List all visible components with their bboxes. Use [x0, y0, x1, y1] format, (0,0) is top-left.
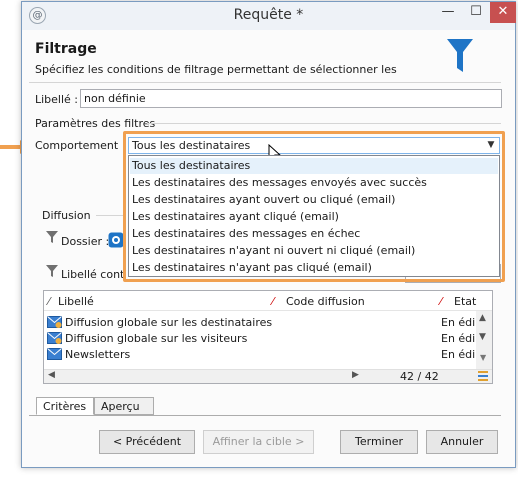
delivery-email-icon	[47, 332, 62, 344]
header-divider	[29, 82, 501, 83]
minimize-button[interactable]: —	[434, 2, 462, 23]
delivery-email-icon	[47, 348, 62, 360]
horizontal-scrollbar[interactable]: ◀ ▶ 42 / 42	[44, 369, 492, 383]
row-label: Diffusion globale sur les visiteurs	[65, 332, 248, 345]
tab-apercu[interactable]: Aperçu	[94, 397, 154, 415]
maximize-button[interactable]: ☐	[462, 2, 490, 23]
cancel-button[interactable]: Annuler	[426, 430, 498, 454]
libelle-contains-label: Libellé cont	[61, 268, 123, 281]
diffusion-label: Diffusion	[42, 209, 91, 222]
sort-indicator-icon: ⁄	[48, 295, 50, 308]
row-state: En édi	[441, 332, 476, 345]
columns-menu-icon[interactable]	[478, 371, 488, 381]
close-button[interactable]: ✕	[490, 2, 516, 23]
scroll-end-icon[interactable]: ▼	[480, 353, 486, 362]
filter-params-label: Paramètres des filtres	[35, 117, 156, 130]
sort-indicator-icon: ⁄	[440, 295, 442, 308]
page-description: Spécifiez les conditions de filtrage per…	[35, 63, 397, 76]
scroll-down-icon[interactable]: ▼	[479, 332, 486, 342]
comportement-label: Comportement :	[35, 139, 126, 152]
list-count: 42 / 42	[400, 370, 439, 383]
title-bar[interactable]: @ Requête * — ☐ ✕	[22, 2, 516, 30]
row-state: En édi	[441, 348, 476, 361]
libelle-label: Libellé :	[35, 93, 79, 106]
scroll-up-icon[interactable]: ▲	[479, 313, 486, 323]
finish-button[interactable]: Terminer	[340, 430, 418, 454]
column-code-diffusion[interactable]: Code diffusion	[286, 295, 365, 308]
table-row[interactable]: Diffusion globale sur les visiteurs En é…	[44, 331, 476, 347]
folder-picker-icon[interactable]	[108, 232, 124, 248]
scroll-right-icon[interactable]: ▶	[352, 370, 359, 380]
tab-criteres[interactable]: Critères	[36, 397, 94, 415]
tabs-baseline	[29, 415, 501, 416]
libelle-value: non définie	[84, 92, 146, 105]
diffusion-divider	[96, 215, 125, 216]
row-label: Newsletters	[65, 348, 131, 361]
previous-button[interactable]: < Précédent	[99, 430, 195, 454]
label-filter-icon	[46, 265, 58, 277]
list-header: ⁄ Libellé ⁄ Code diffusion ⁄ Etat	[44, 291, 492, 311]
folder-filter-icon	[46, 231, 58, 243]
refine-target-button[interactable]: Affiner la cible >	[203, 430, 314, 454]
filter-params-divider	[147, 123, 501, 124]
column-libelle[interactable]: Libellé	[58, 295, 94, 308]
delivery-list[interactable]: ⁄ Libellé ⁄ Code diffusion ⁄ Etat Diffus…	[43, 290, 493, 384]
dossier-label: Dossier :	[61, 235, 110, 248]
table-row[interactable]: Diffusion globale sur les destinataires …	[44, 315, 476, 331]
row-label: Diffusion globale sur les destinataires	[65, 316, 273, 329]
column-etat[interactable]: Etat	[454, 295, 476, 308]
row-state: En édi	[441, 316, 476, 329]
funnel-icon	[447, 39, 473, 72]
vertical-scrollbar[interactable]: ▲ ▼ ▼	[476, 311, 492, 369]
sort-indicator-icon: ⁄	[272, 295, 274, 308]
libelle-field[interactable]: non définie	[80, 89, 502, 108]
table-row[interactable]: Newsletters En édi	[44, 347, 476, 363]
delivery-email-icon	[47, 316, 62, 328]
scroll-left-icon[interactable]: ◀	[48, 370, 55, 380]
page-title: Filtrage	[35, 41, 97, 57]
callout-highlight	[123, 131, 505, 282]
